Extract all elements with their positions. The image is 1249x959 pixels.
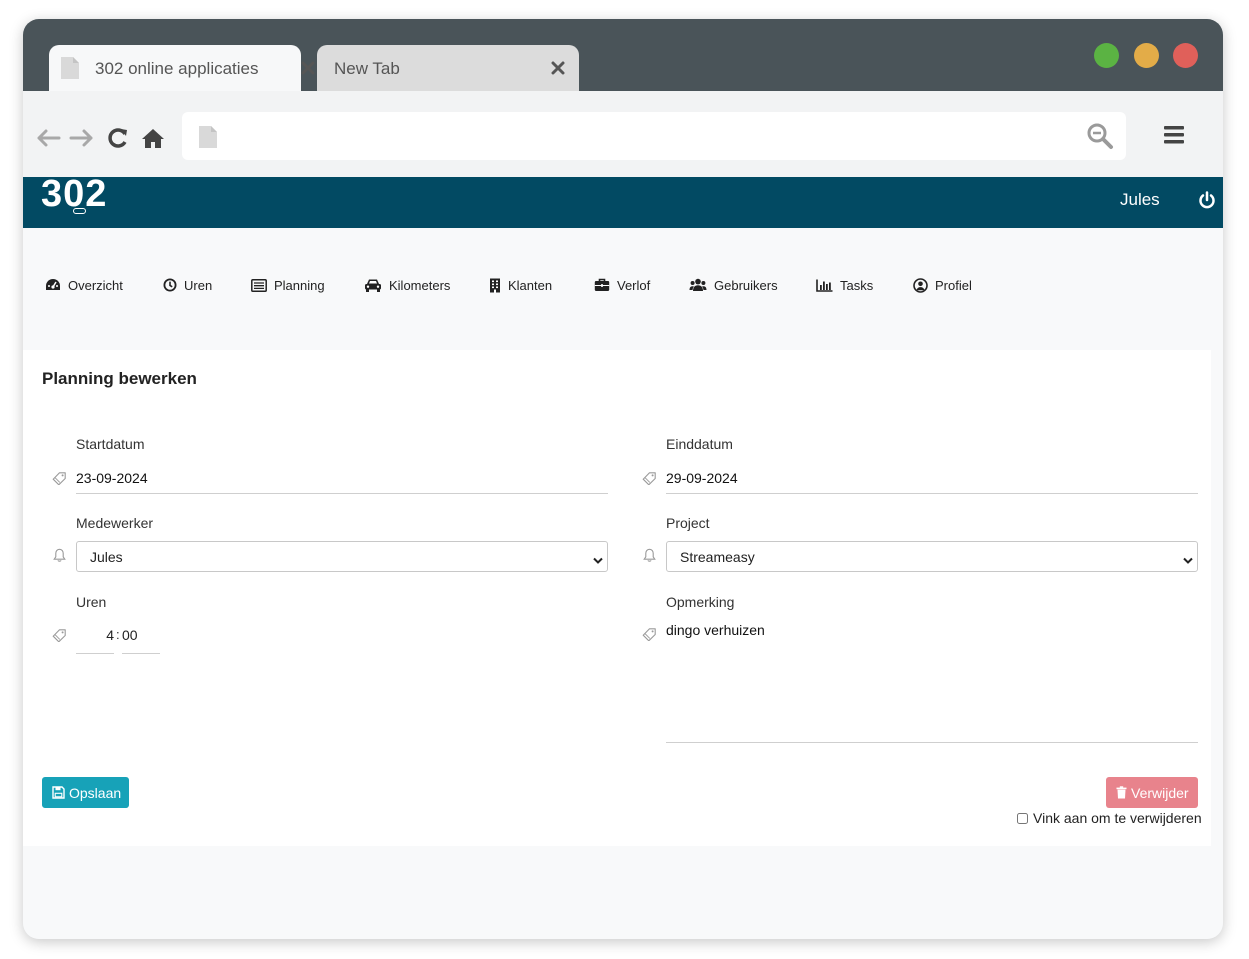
startdatum-input[interactable]: 23-09-2024 [76,470,608,494]
logo-mark [73,208,86,214]
nav-item-tasks[interactable]: Tasks [816,277,873,293]
nav-item-uren[interactable]: Uren [163,277,212,293]
nav-item-gebruikers[interactable]: Gebruikers [689,277,778,293]
nav-label: Planning [274,277,325,293]
bell-icon [643,548,656,568]
project-value: Streameasy [680,549,755,565]
tab-302-online-applicaties[interactable]: 302 online applicaties [49,45,315,91]
nav-label: Overzicht [68,277,123,293]
page-title: Planning bewerken [42,369,197,388]
users-icon [689,278,707,291]
einddatum-value: 29-09-2024 [666,470,738,486]
page-icon [198,125,218,154]
nav-label: Klanten [508,277,553,293]
project-label: Project [666,515,710,531]
opmerking-textarea[interactable]: dingo verhuizen [666,622,1198,743]
delete-button[interactable]: Verwijder [1106,777,1198,808]
delete-button-label: Verwijder [1131,784,1189,801]
tag-icon [52,471,67,490]
opmerking-value: dingo verhuizen [666,622,765,638]
tab-label: New Tab [334,59,400,78]
close-tab-icon[interactable] [545,55,571,81]
briefcase-icon [594,278,610,291]
bar-chart-icon [816,279,833,292]
page-icon [60,56,80,85]
save-button[interactable]: Opslaan [42,777,129,808]
chevron-down-icon [592,552,604,568]
user-circle-icon [913,277,928,293]
search-icon[interactable] [1086,122,1114,155]
tag-icon [642,471,657,490]
reload-button[interactable] [104,124,132,152]
chevron-down-icon [1182,552,1194,568]
tab-label: 302 online applicaties [95,59,259,78]
nav-label: Kilometers [389,277,451,293]
uren-hours-value: 4 [106,627,114,643]
maximize-window-button[interactable] [1094,43,1119,68]
clock-icon [163,278,177,292]
opmerking-label: Opmerking [666,594,735,610]
delete-confirm-row: Vink aan om te verwijderen [1017,810,1202,826]
project-select[interactable]: Streameasy [666,541,1198,572]
dashboard-icon [46,279,60,290]
power-icon[interactable] [1198,191,1216,214]
building-icon [490,278,500,292]
nav-item-kilometers[interactable]: Kilometers [364,277,450,293]
address-bar[interactable] [182,112,1126,160]
trash-icon [1116,786,1127,799]
delete-confirm-checkbox[interactable] [1017,812,1028,824]
save-button-label: Opslaan [69,784,122,801]
uren-hours-input[interactable]: 4 [76,627,114,654]
nav-item-planning[interactable]: Planning [251,277,325,293]
einddatum-input[interactable]: 29-09-2024 [666,470,1198,494]
tag-icon [642,627,657,646]
uren-minutes-input[interactable]: 00 [122,627,160,654]
nav-label: Uren [184,277,213,293]
medewerker-value: Jules [90,549,123,565]
medewerker-select[interactable]: Jules [76,541,608,572]
nav-item-profiel[interactable]: Profiel [913,277,972,293]
tab-new-tab[interactable]: New Tab [317,45,579,91]
url-input[interactable] [232,122,1066,152]
list-icon [251,278,267,292]
browser-toolbar [23,91,1223,177]
app-header: 302 Jules [23,173,1223,228]
nav-label: Tasks [840,277,874,293]
home-button[interactable] [139,124,167,152]
close-window-button[interactable] [1173,43,1198,68]
nav-item-overzicht[interactable]: Overzicht [45,277,123,293]
browser-titlebar: 302 online applicaties New Tab [23,19,1223,91]
uren-label: Uren [76,594,107,610]
time-separator: : [116,627,120,642]
hamburger-menu-icon[interactable] [1162,124,1186,151]
nav-item-verlof[interactable]: Verlof [594,277,650,293]
tag-icon [52,628,67,647]
bell-icon [53,548,66,568]
nav-label: Verlof [617,277,651,293]
delete-confirm-label: Vink aan om te verwijderen [1033,810,1202,826]
startdatum-value: 23-09-2024 [76,470,148,486]
floppy-disk-icon [52,786,65,799]
startdatum-label: Startdatum [76,436,145,452]
browser-window: 302 online applicaties New Tab 302 Jules… [23,19,1223,939]
user-name[interactable]: Jules [1120,190,1160,210]
nav-item-klanten[interactable]: Klanten [489,277,552,293]
nav-label: Profiel [935,277,972,293]
forward-button[interactable] [68,124,96,152]
uren-minutes-value: 00 [122,627,138,643]
medewerker-label: Medewerker [76,515,154,531]
minimize-window-button[interactable] [1134,43,1159,68]
einddatum-label: Einddatum [666,436,733,452]
car-icon [365,279,381,292]
back-button[interactable] [34,124,62,152]
page-content: 302 Jules Overzicht Uren Planning Kilome… [23,173,1223,939]
nav-label: Gebruikers [714,277,778,293]
planning-form-card: Planning bewerken Startdatum 23-09-2024 … [23,350,1211,846]
